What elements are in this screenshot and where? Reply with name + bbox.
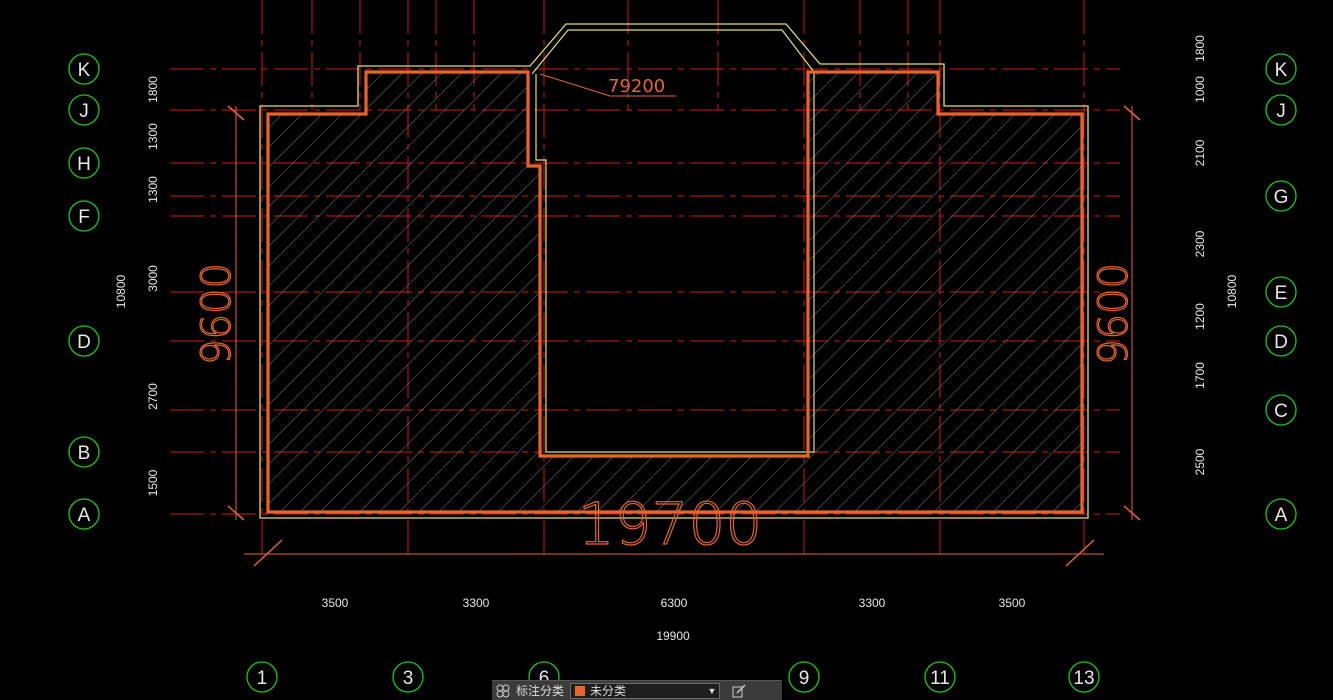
right-dim-label: 2100: [1193, 139, 1207, 166]
right-dim-label: 1700: [1193, 362, 1207, 389]
bottom-axis-bubble-label: 11: [930, 668, 950, 689]
bottom-axis-bubble-label: 3: [403, 668, 414, 689]
right-axis-bubble-label: K: [1275, 60, 1288, 81]
bottom-dim-label: 3300: [463, 596, 490, 610]
height-dim-left-label[interactable]: 9600: [193, 263, 240, 366]
bottom-dim-label: 6300: [661, 596, 688, 610]
right-dimension-chain: 1800 1000 2100 2300 1200 1700 2500 10800: [1193, 35, 1239, 476]
bottom-axis-bubble-label: 13: [1073, 668, 1094, 689]
width-dim-tick-right: [1065, 539, 1095, 567]
left-dim-label: 1800: [146, 76, 160, 103]
width-dim-tick-left: [253, 539, 283, 567]
right-axis-bubble-label: E: [1275, 283, 1288, 304]
right-total-label: 10800: [1225, 274, 1239, 308]
left-total-label: 10800: [114, 274, 128, 308]
left-dim-label: 1500: [146, 469, 160, 496]
right-axis-bubble-label: G: [1274, 187, 1289, 208]
left-dim-label: 2700: [146, 383, 160, 410]
category-color-swatch: [574, 684, 587, 697]
left-axis-bubble-label: A: [78, 505, 91, 526]
category-value: 未分类: [590, 684, 627, 698]
right-axis-bubble-label: J: [1276, 101, 1286, 122]
right-axis-bubble-label: D: [1274, 332, 1288, 353]
height-dim-right-label[interactable]: 9600: [1090, 263, 1137, 366]
right-dim-label: 1200: [1193, 303, 1207, 330]
bottom-dim-label: 3300: [859, 596, 886, 610]
bottom-axis-bubble-label: 9: [799, 668, 810, 689]
cad-drawing-canvas[interactable]: 79200 19700 9600 9600 1800 1300 1300 3000 27…: [0, 0, 1333, 699]
edit-icon[interactable]: [728, 681, 750, 700]
bottom-dim-label: 3500: [322, 596, 349, 610]
annotation-category-select[interactable]: 未分类 ▼: [570, 682, 721, 699]
courtyard-outline: [531, 29, 815, 453]
left-dim-label: 1300: [146, 176, 160, 203]
bottom-axis-bubble-label: 1: [257, 668, 268, 689]
bottom-dim-label: 3500: [999, 596, 1026, 610]
bottom-dimension-chain: 3500 3300 6300 3300 3500 19900: [322, 596, 1026, 643]
right-dim-label: 2500: [1193, 448, 1207, 475]
bottom-total-label: 19900: [656, 629, 690, 643]
right-dim-label: 2300: [1193, 230, 1207, 257]
right-dim-label: 1000: [1193, 76, 1207, 103]
left-axis-bubble-label: J: [79, 101, 89, 122]
layers-icon[interactable]: [492, 681, 514, 700]
left-axis-bubble-label: D: [77, 332, 91, 353]
left-dim-label: 3000: [146, 265, 160, 292]
left-axis-bubble-label: H: [77, 154, 91, 175]
annotation-toolbar: 标注分类 未分类 ▼: [492, 680, 782, 700]
width-dim-label[interactable]: 19700: [577, 489, 763, 558]
annotation-category-label: 标注分类: [516, 684, 565, 698]
right-dim-label: 1800: [1193, 35, 1207, 62]
left-axis-bubble-label: K: [78, 60, 91, 81]
left-axis-bubble-label: F: [78, 207, 90, 228]
left-dim-label: 1300: [146, 123, 160, 150]
chevron-down-icon[interactable]: ▼: [705, 686, 719, 696]
right-axis-bubble-label: C: [1274, 401, 1288, 422]
area-label[interactable]: 79200: [608, 76, 665, 97]
left-axis-bubble-label: B: [78, 443, 91, 464]
floor-slab-hatch: [268, 72, 1082, 512]
right-axis-bubble-label: A: [1275, 505, 1288, 526]
